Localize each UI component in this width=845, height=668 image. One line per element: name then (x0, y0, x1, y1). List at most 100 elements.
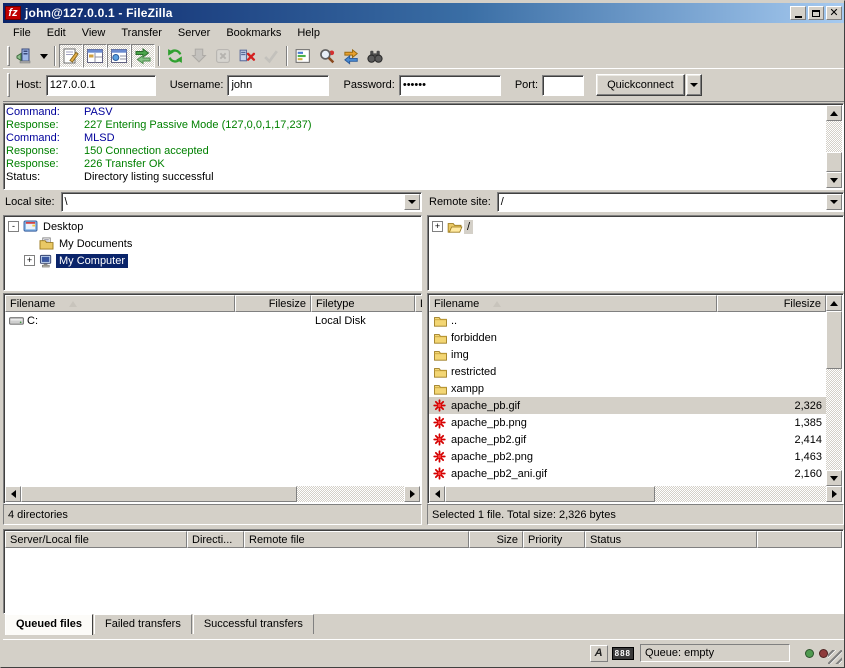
tree-item-item[interactable]: +/ (430, 218, 841, 235)
password-input[interactable] (399, 75, 501, 96)
scroll-up-button[interactable] (826, 295, 842, 311)
remote-site-combobox[interactable]: / (497, 192, 844, 212)
scrollbar-track[interactable] (445, 486, 826, 502)
tree-expander-icon[interactable]: - (8, 221, 19, 232)
scrollbar-track[interactable] (826, 121, 842, 172)
scroll-down-button[interactable] (826, 470, 842, 486)
scroll-left-button[interactable] (5, 486, 21, 502)
file-row-forbidden[interactable]: forbidden (429, 329, 826, 346)
filter-icon[interactable] (291, 44, 315, 68)
file-row-img[interactable]: img (429, 346, 826, 363)
disconnect-icon[interactable] (235, 44, 259, 68)
directory-comparison-icon[interactable] (315, 44, 339, 68)
refresh-icon[interactable] (163, 44, 187, 68)
remote-horizontal-scrollbar[interactable] (429, 486, 842, 502)
remote-vertical-scrollbar[interactable] (826, 295, 842, 486)
computer-icon (39, 254, 56, 268)
title-bar[interactable]: fz john@127.0.0.1 - FileZilla ✕ (3, 3, 844, 23)
scroll-right-button[interactable] (826, 486, 842, 502)
port-input[interactable] (542, 75, 584, 96)
toggle-local-tree-icon[interactable] (83, 44, 107, 68)
column-header-filesize[interactable]: Filesize (235, 295, 311, 312)
toolbar-grip[interactable] (7, 46, 10, 66)
cancel-icon[interactable] (211, 44, 235, 68)
file-name-text: restricted (451, 366, 496, 378)
remote-site-dropdown-button[interactable] (826, 194, 842, 210)
file-row-apache-pb2-ani-gif[interactable]: apache_pb2_ani.gif2,160 (429, 465, 826, 482)
minimize-button[interactable] (790, 6, 806, 20)
maximize-button[interactable] (808, 6, 824, 20)
file-row-item[interactable]: .. (429, 312, 826, 329)
column-header-filesize[interactable]: Filesize (717, 295, 826, 312)
column-header-status[interactable]: Status (585, 531, 757, 548)
quickconnect-button[interactable]: Quickconnect (596, 74, 685, 96)
username-input[interactable] (227, 75, 329, 96)
column-header-filename[interactable]: Filename (429, 295, 717, 312)
tab-successful-transfers[interactable]: Successful transfers (193, 614, 314, 634)
scrollbar-thumb[interactable] (21, 486, 297, 502)
file-row-c[interactable]: C:Local Disk (5, 312, 420, 329)
tree-item-my-computer[interactable]: +My Computer (6, 252, 419, 269)
scroll-down-button[interactable] (826, 172, 842, 188)
file-row-xampp[interactable]: xampp (429, 380, 826, 397)
menu-server[interactable]: Server (170, 25, 218, 41)
menu-bookmarks[interactable]: Bookmarks (218, 25, 289, 41)
quickconnect-dropdown-button[interactable] (686, 74, 702, 96)
tree-expander-icon[interactable]: + (432, 221, 443, 232)
column-header-remote-file[interactable]: Remote file (244, 531, 469, 548)
file-row-apache-pb-gif[interactable]: apache_pb.gif2,326 (429, 397, 826, 414)
toggle-remote-tree-icon[interactable] (107, 44, 131, 68)
local-horizontal-scrollbar[interactable] (5, 486, 420, 502)
scrollbar-thumb[interactable] (826, 311, 842, 369)
column-header-item[interactable] (757, 531, 842, 548)
toggle-queue-icon[interactable] (131, 44, 155, 68)
scrollbar-thumb[interactable] (445, 486, 655, 502)
synchronized-browsing-icon[interactable] (339, 44, 363, 68)
column-header-filetype[interactable]: Filetype (311, 295, 415, 312)
site-manager-icon[interactable] (12, 44, 36, 68)
toggle-message-log-icon[interactable] (59, 44, 83, 68)
resize-grip[interactable] (828, 650, 842, 664)
file-row-apache-pb2-png[interactable]: apache_pb2.png1,463 (429, 448, 826, 465)
speed-limits-icon[interactable]: 888 (612, 647, 634, 660)
scroll-up-button[interactable] (826, 105, 842, 121)
scrollbar-track[interactable] (21, 486, 404, 502)
folder-icon (433, 315, 451, 327)
file-row-restricted[interactable]: restricted (429, 363, 826, 380)
column-header-size[interactable]: Size (469, 531, 523, 548)
tab-failed-transfers[interactable]: Failed transfers (94, 614, 192, 634)
menu-file[interactable]: File (5, 25, 39, 41)
transfer-type-icon[interactable]: A (590, 645, 608, 662)
tree-item-my-documents[interactable]: My Documents (6, 235, 419, 252)
log-vertical-scrollbar[interactable] (826, 105, 842, 188)
menu-edit[interactable]: Edit (39, 25, 74, 41)
menu-transfer[interactable]: Transfer (113, 25, 170, 41)
menu-view[interactable]: View (74, 25, 114, 41)
toolbar (3, 43, 844, 69)
tree-item-desktop[interactable]: -Desktop (6, 218, 419, 235)
close-button[interactable]: ✕ (826, 6, 842, 20)
tree-expander-icon[interactable]: + (24, 255, 35, 266)
local-site-combobox[interactable]: \ (61, 192, 422, 212)
tab-queued-files[interactable]: Queued files (5, 614, 93, 635)
file-row-apache-pb-png[interactable]: apache_pb.png1,385 (429, 414, 826, 431)
find-files-icon[interactable] (363, 44, 387, 68)
menu-help[interactable]: Help (289, 25, 328, 41)
scroll-left-button[interactable] (429, 486, 445, 502)
site-manager-dropdown-icon[interactable] (36, 44, 51, 68)
scrollbar-track[interactable] (826, 311, 842, 470)
tree-label: My Documents (56, 237, 135, 251)
quickconnect-grip[interactable] (7, 73, 10, 97)
column-header-priority[interactable]: Priority (523, 531, 585, 548)
column-header-filename[interactable]: Filename (5, 295, 235, 312)
local-site-dropdown-button[interactable] (404, 194, 420, 210)
scroll-right-button[interactable] (404, 486, 420, 502)
scrollbar-thumb[interactable] (826, 152, 842, 172)
host-input[interactable] (46, 75, 156, 96)
file-row-apache-pb2-gif[interactable]: apache_pb2.gif2,414 (429, 431, 826, 448)
column-header-directi[interactable]: Directi... (187, 531, 244, 548)
process-queue-icon[interactable] (187, 44, 211, 68)
column-header-server-local-file[interactable]: Server/Local file (5, 531, 187, 548)
file-name: forbidden (429, 332, 717, 344)
reconnect-icon[interactable] (259, 44, 283, 68)
